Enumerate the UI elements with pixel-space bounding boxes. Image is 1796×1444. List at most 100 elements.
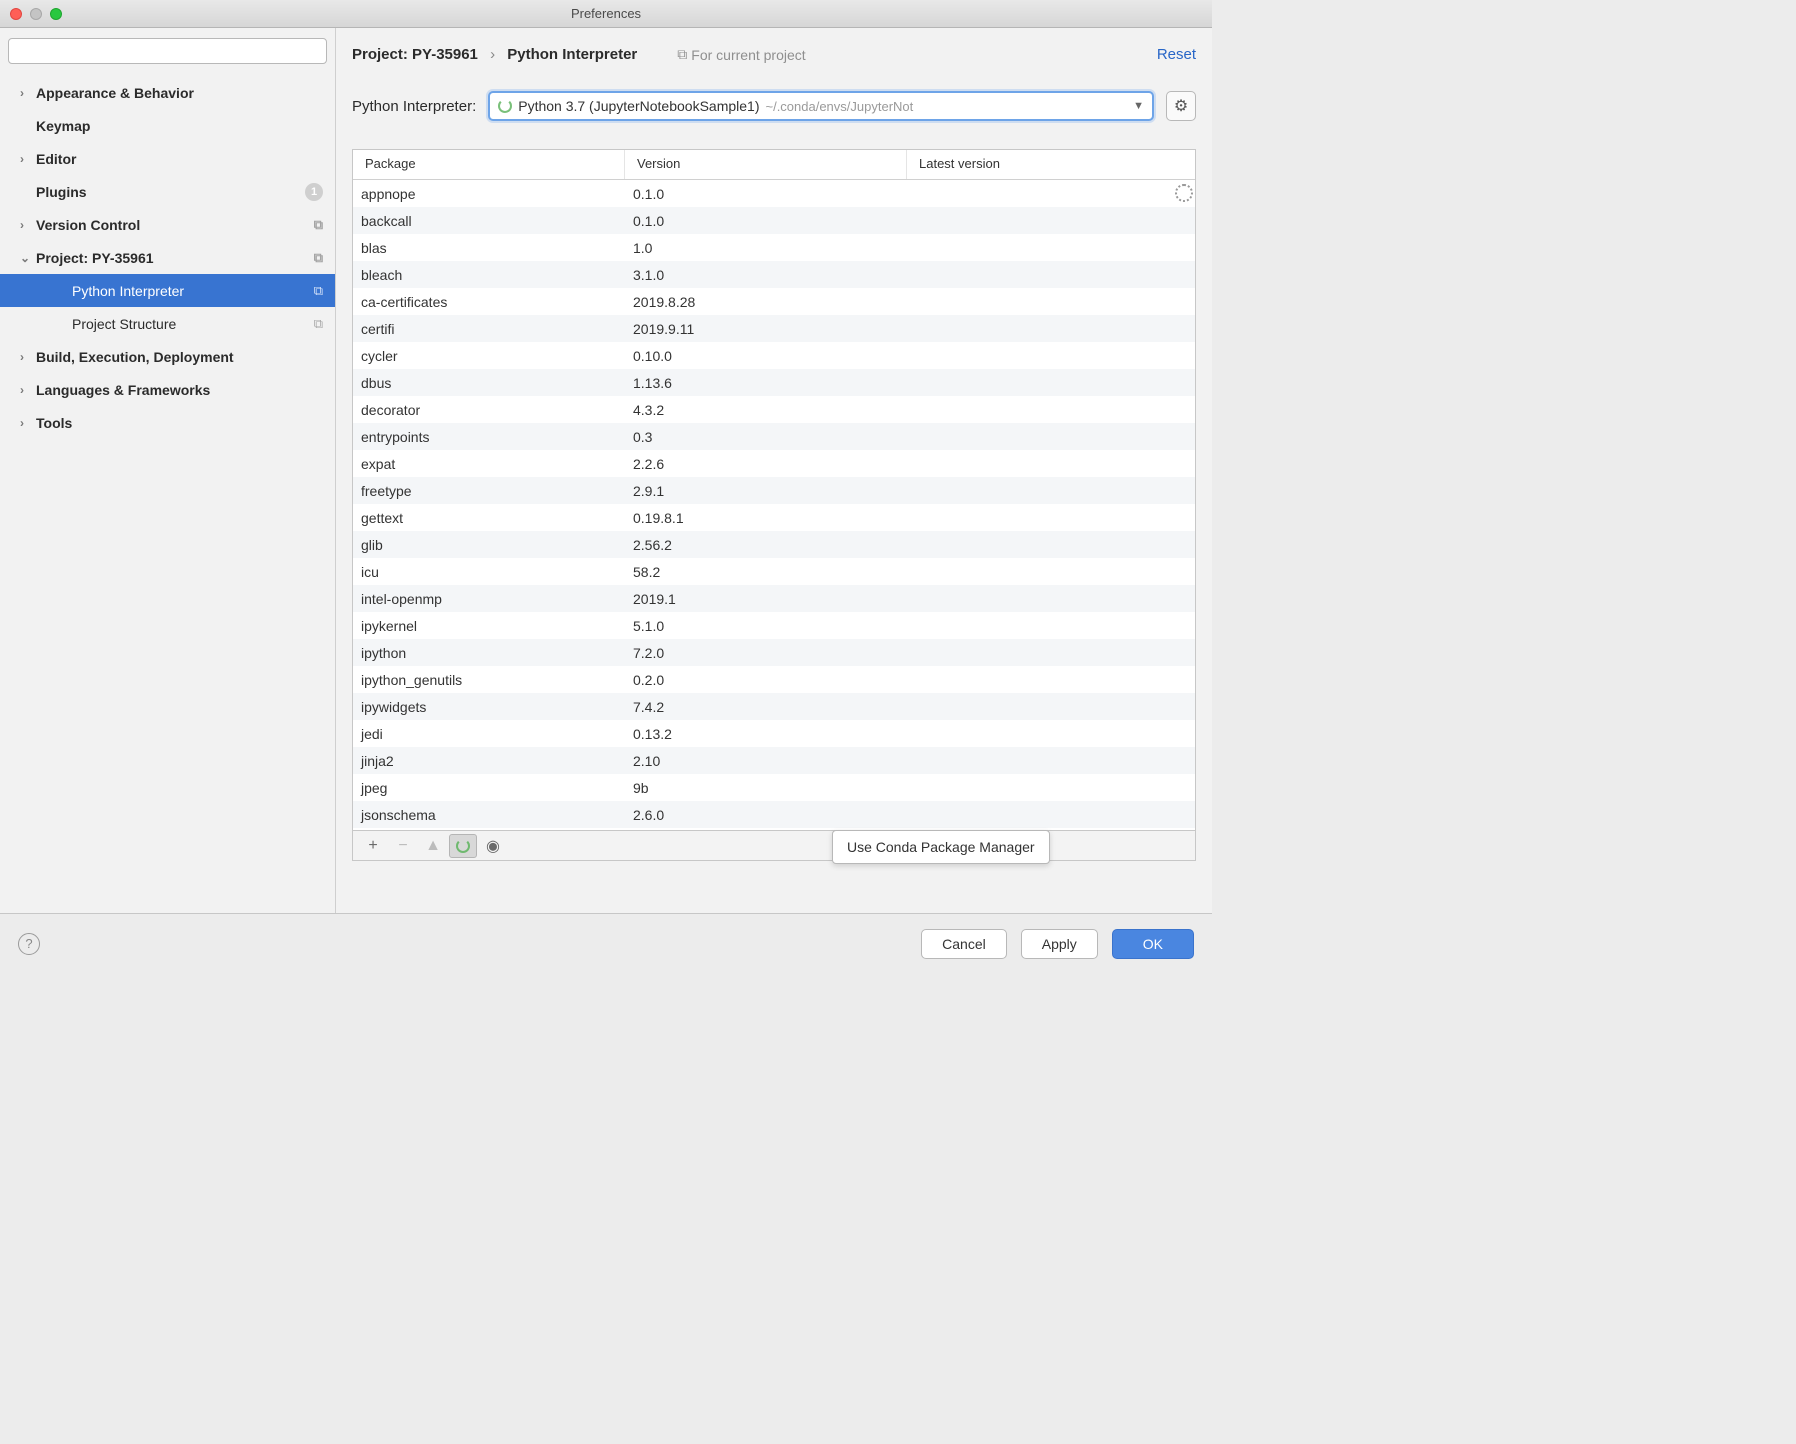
table-row[interactable]: ipywidgets7.4.2	[353, 693, 1195, 720]
cell-version: 0.1.0	[625, 213, 907, 229]
table-row[interactable]: intel-openmp2019.1	[353, 585, 1195, 612]
search-input[interactable]	[8, 38, 327, 64]
cell-package: ipython	[353, 645, 625, 661]
table-row[interactable]: entrypoints0.3	[353, 423, 1195, 450]
sidebar-item-label: Languages & Frameworks	[36, 382, 210, 398]
interpreter-settings-button[interactable]: ⚙	[1166, 91, 1196, 121]
cell-package: intel-openmp	[353, 591, 625, 607]
use-conda-button[interactable]	[449, 834, 477, 858]
table-row[interactable]: jupyter1.0.0	[353, 828, 1195, 830]
table-row[interactable]: cycler0.10.0	[353, 342, 1195, 369]
tooltip: Use Conda Package Manager	[832, 830, 1050, 864]
cell-version: 2019.9.11	[625, 321, 907, 337]
cell-version: 9b	[625, 780, 907, 796]
sidebar-item-label: Version Control	[36, 217, 140, 233]
table-row[interactable]: bleach3.1.0	[353, 261, 1195, 288]
cell-version: 0.1.0	[625, 186, 907, 202]
cell-package: dbus	[353, 375, 625, 391]
reset-link[interactable]: Reset	[1157, 46, 1196, 63]
cell-package: freetype	[353, 483, 625, 499]
cell-package: jsonschema	[353, 807, 625, 823]
gear-icon: ⚙	[1174, 96, 1188, 116]
sidebar-item-label: Project Structure	[72, 316, 176, 332]
badge: 1	[305, 183, 323, 201]
breadcrumb: Project: PY-35961 › Python Interpreter	[352, 46, 637, 63]
sidebar-item-languages-frameworks[interactable]: ›Languages & Frameworks	[0, 373, 335, 406]
cancel-button[interactable]: Cancel	[921, 929, 1007, 959]
cell-package: jedi	[353, 726, 625, 742]
window-close-button[interactable]	[10, 8, 22, 20]
apply-button[interactable]: Apply	[1021, 929, 1098, 959]
sidebar-item-project-py-35961[interactable]: ⌄Project: PY-35961⧉	[0, 241, 335, 274]
interpreter-label: Python Interpreter:	[352, 98, 476, 115]
ok-button[interactable]: OK	[1112, 929, 1194, 959]
table-row[interactable]: ipython7.2.0	[353, 639, 1195, 666]
window-zoom-button[interactable]	[50, 8, 62, 20]
table-row[interactable]: jsonschema2.6.0	[353, 801, 1195, 828]
help-button[interactable]: ?	[18, 933, 40, 955]
table-row[interactable]: gettext0.19.8.1	[353, 504, 1195, 531]
table-row[interactable]: blas1.0	[353, 234, 1195, 261]
cell-version: 0.3	[625, 429, 907, 445]
cell-version: 0.13.2	[625, 726, 907, 742]
window-minimize-button[interactable]	[30, 8, 42, 20]
cell-version: 2019.8.28	[625, 294, 907, 310]
cell-version: 1.13.6	[625, 375, 907, 391]
col-version[interactable]: Version	[625, 150, 907, 179]
cell-version: 2.2.6	[625, 456, 907, 472]
cell-package: appnope	[353, 186, 625, 202]
for-current-project-label: ⧉ For current project	[677, 46, 805, 63]
cell-version: 3.1.0	[625, 267, 907, 283]
cell-version: 2019.1	[625, 591, 907, 607]
chevron-icon: ›	[20, 350, 36, 364]
cell-package: bleach	[353, 267, 625, 283]
table-row[interactable]: glib2.56.2	[353, 531, 1195, 558]
show-early-releases-button[interactable]: ◉	[479, 834, 507, 858]
sidebar-item-build-execution-deployment[interactable]: ›Build, Execution, Deployment	[0, 340, 335, 373]
sidebar-item-python-interpreter[interactable]: Python Interpreter⧉	[0, 274, 335, 307]
cell-package: backcall	[353, 213, 625, 229]
table-row[interactable]: jinja22.10	[353, 747, 1195, 774]
sidebar-item-label: Keymap	[36, 118, 90, 134]
table-row[interactable]: certifi2019.9.11	[353, 315, 1195, 342]
sidebar-item-project-structure[interactable]: Project Structure⧉	[0, 307, 335, 340]
table-row[interactable]: ca-certificates2019.8.28	[353, 288, 1195, 315]
cell-version: 2.6.0	[625, 807, 907, 823]
cell-package: icu	[353, 564, 625, 580]
sidebar-item-version-control[interactable]: ›Version Control⧉	[0, 208, 335, 241]
table-row[interactable]: decorator4.3.2	[353, 396, 1195, 423]
cell-package: jpeg	[353, 780, 625, 796]
cell-package: ipywidgets	[353, 699, 625, 715]
table-row[interactable]: jpeg9b	[353, 774, 1195, 801]
sidebar-item-editor[interactable]: ›Editor	[0, 142, 335, 175]
col-package[interactable]: Package	[353, 150, 625, 179]
cell-package: jinja2	[353, 753, 625, 769]
sidebar-item-tools[interactable]: ›Tools	[0, 406, 335, 439]
packages-table: Package Version Latest version appnope0.…	[352, 149, 1196, 861]
table-row[interactable]: jedi0.13.2	[353, 720, 1195, 747]
add-package-button[interactable]: +	[359, 834, 387, 858]
cell-version: 0.10.0	[625, 348, 907, 364]
cell-package: cycler	[353, 348, 625, 364]
loading-spinner-icon	[498, 99, 512, 113]
chevron-icon: ›	[20, 383, 36, 397]
chevron-down-icon: ▼	[1133, 100, 1144, 112]
col-latest[interactable]: Latest version	[907, 150, 1195, 179]
table-row[interactable]: backcall0.1.0	[353, 207, 1195, 234]
table-row[interactable]: freetype2.9.1	[353, 477, 1195, 504]
table-row[interactable]: ipykernel5.1.0	[353, 612, 1195, 639]
table-row[interactable]: ipython_genutils0.2.0	[353, 666, 1195, 693]
sidebar-item-label: Python Interpreter	[72, 283, 184, 299]
sidebar-item-keymap[interactable]: Keymap	[0, 109, 335, 142]
table-toolbar: + − ▲ ◉	[353, 830, 1195, 860]
sidebar-item-plugins[interactable]: Plugins1	[0, 175, 335, 208]
sidebar-tree: ›Appearance & Behavior Keymap ›EditorPlugi…	[0, 72, 335, 913]
cell-package: decorator	[353, 402, 625, 418]
table-row[interactable]: icu58.2	[353, 558, 1195, 585]
cell-version: 2.10	[625, 753, 907, 769]
sidebar-item-appearance-behavior[interactable]: ›Appearance & Behavior	[0, 76, 335, 109]
interpreter-dropdown[interactable]: Python 3.7 (JupyterNotebookSample1) ~/.c…	[488, 91, 1154, 121]
table-row[interactable]: expat2.2.6	[353, 450, 1195, 477]
table-row[interactable]: appnope0.1.0	[353, 180, 1195, 207]
table-row[interactable]: dbus1.13.6	[353, 369, 1195, 396]
